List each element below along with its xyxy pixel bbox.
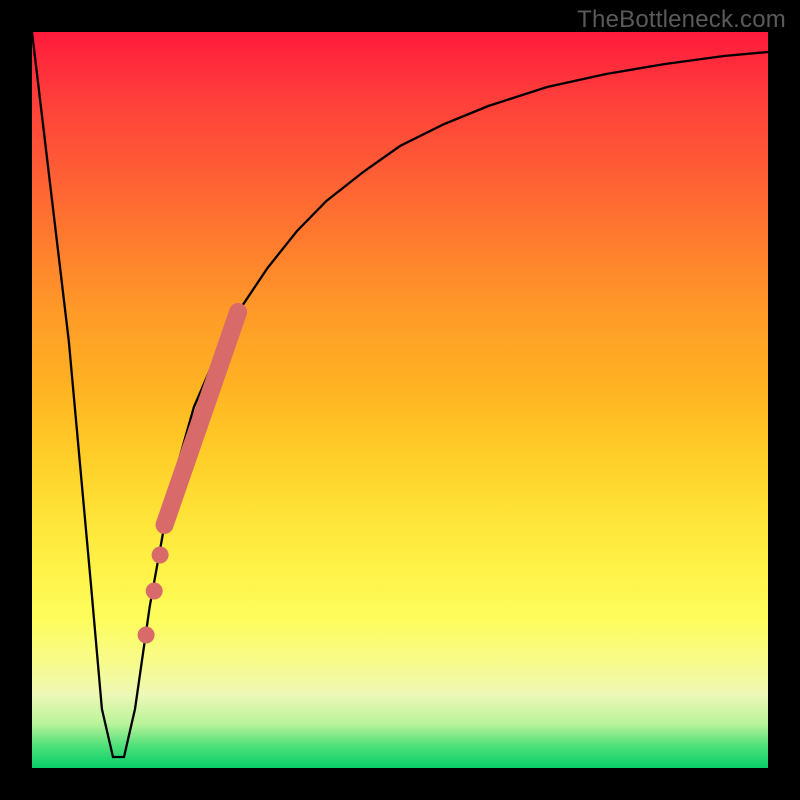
chart-svg (32, 32, 768, 768)
overlay-dot (146, 583, 163, 600)
overlay-dot (152, 547, 169, 564)
overlay-dot (138, 627, 155, 644)
bottleneck-curve (32, 32, 768, 757)
overlay-thick-segment (165, 312, 239, 525)
chart-frame: TheBottleneck.com (0, 0, 800, 800)
plot-area (32, 32, 768, 768)
watermark-text: TheBottleneck.com (577, 6, 786, 34)
